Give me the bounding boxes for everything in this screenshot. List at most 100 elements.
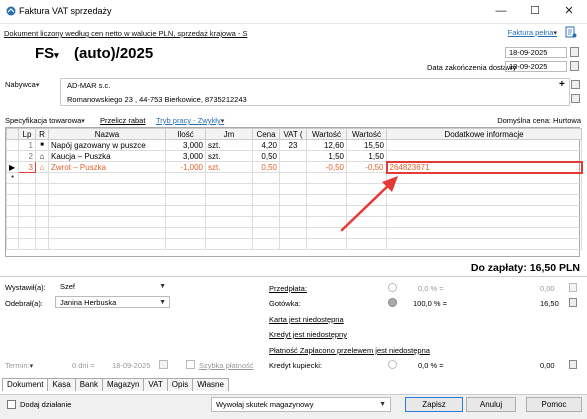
cell-unit[interactable]: szt. bbox=[205, 150, 253, 162]
tab-custom[interactable]: Własne bbox=[192, 378, 229, 391]
transfer-unavailable[interactable]: Płatność Zapłacono przelewem jest niedos… bbox=[269, 346, 430, 355]
buyer-details-icon[interactable] bbox=[571, 94, 580, 103]
card-unavailable[interactable]: Karta jest niedostępna bbox=[269, 315, 344, 324]
tab-description[interactable]: Opis bbox=[166, 378, 194, 391]
cell-qty[interactable]: -1,000 bbox=[165, 161, 206, 173]
cell-net[interactable]: 1,50 bbox=[306, 150, 347, 162]
cell-info[interactable] bbox=[386, 139, 582, 151]
buyer-list-icon[interactable] bbox=[571, 80, 580, 89]
column-header[interactable]: Cena bbox=[252, 128, 280, 140]
issue-date-field[interactable]: 18-09-2025 bbox=[505, 47, 567, 58]
row-selector[interactable] bbox=[6, 139, 19, 151]
tab-document[interactable]: Dokument bbox=[2, 378, 49, 391]
current-row-selector[interactable]: ▶ bbox=[6, 161, 19, 173]
chevron-down-icon: ▼ bbox=[159, 283, 166, 290]
column-header[interactable]: Dodatkowe informacje bbox=[386, 128, 582, 140]
issued-by-value: Szef bbox=[60, 282, 76, 291]
cell-price[interactable]: 4,20 bbox=[252, 139, 280, 151]
cell-name[interactable]: Zwrot – Puszka bbox=[48, 161, 166, 173]
buyer-credit-radio[interactable] bbox=[388, 360, 397, 369]
cell-net[interactable]: 12,60 bbox=[306, 139, 347, 151]
tab-bank[interactable]: Bank bbox=[74, 378, 103, 391]
delivery-date-field[interactable]: 18-09-2025 bbox=[505, 61, 567, 72]
warehouse-effect-select[interactable]: Wywołaj skutek magazynowy ▼ bbox=[211, 397, 391, 412]
add-buyer-icon[interactable]: + bbox=[559, 79, 565, 90]
issued-by-select[interactable]: Szef ▼ bbox=[55, 280, 170, 292]
faktura-type-dropdown[interactable]: Faktura pełna▾ bbox=[508, 28, 557, 37]
cell-name[interactable]: Napój gazowany w puszce bbox=[48, 139, 166, 151]
tab-vat[interactable]: VAT bbox=[143, 378, 168, 391]
delivery-date-label: Data zakończenia dostawy bbox=[427, 63, 517, 72]
cash-radio[interactable] bbox=[388, 298, 397, 307]
pricing-info-link[interactable]: Dokument liczony według cen netto w walu… bbox=[4, 29, 247, 38]
help-button[interactable]: Pomoc bbox=[526, 397, 582, 412]
term-date[interactable]: 18-09-2025 bbox=[112, 361, 150, 370]
column-header[interactable]: Lp bbox=[18, 128, 36, 140]
tab-warehouse[interactable]: Magazyn bbox=[101, 378, 145, 391]
fast-payment-checkbox[interactable] bbox=[186, 360, 195, 369]
cell-price[interactable]: 0,50 bbox=[252, 161, 280, 173]
add-action-checkbox[interactable] bbox=[7, 400, 16, 409]
buyer-dropdown[interactable]: Nabywca▾ bbox=[5, 80, 39, 89]
credit-unavailable[interactable]: Kredyt jest niedostępny bbox=[269, 330, 347, 339]
row-selector[interactable] bbox=[6, 150, 19, 162]
column-header[interactable]: Wartość bbox=[306, 128, 347, 140]
calculator-icon[interactable] bbox=[569, 298, 577, 307]
received-by-label: Odebrał(a): bbox=[5, 299, 43, 308]
term-days[interactable]: 0 dni = bbox=[72, 361, 95, 370]
cell-qty[interactable]: 3,000 bbox=[165, 139, 206, 151]
cell-info-highlighted[interactable]: 264823671 bbox=[385, 160, 583, 174]
calendar-icon[interactable] bbox=[570, 47, 579, 57]
cell-vat[interactable] bbox=[279, 150, 307, 162]
received-by-select[interactable]: Janina Herbuska ▼ bbox=[55, 296, 170, 308]
close-button[interactable]: ✕ bbox=[561, 4, 577, 18]
table-row[interactable]: 2 ⌂ Kaucja – Puszka 3,000 szt. 0,50 1,50… bbox=[6, 150, 582, 162]
buyer-address: Romanowskiego 23 , 44-753 Bierkowice, 87… bbox=[67, 95, 247, 104]
prepayment-label[interactable]: Przedpłata: bbox=[269, 284, 307, 293]
cell-price[interactable]: 0,50 bbox=[252, 150, 280, 162]
calendar-icon[interactable] bbox=[570, 61, 579, 71]
document-settings-icon[interactable] bbox=[565, 26, 577, 38]
column-header[interactable]: VAT ( bbox=[279, 128, 307, 140]
fast-payment-label[interactable]: Szybka płatność bbox=[199, 361, 254, 370]
maximize-button[interactable]: ☐ bbox=[527, 4, 543, 18]
cell-vat[interactable] bbox=[279, 161, 307, 173]
prepayment-radio[interactable] bbox=[388, 283, 397, 292]
row-selector-header bbox=[6, 128, 19, 140]
empty-row bbox=[6, 216, 582, 228]
add-action-label[interactable]: Dodaj działanie bbox=[20, 400, 71, 409]
tab-cash[interactable]: Kasa bbox=[47, 378, 76, 391]
cell-name[interactable]: Kaucja – Puszka bbox=[48, 150, 166, 162]
save-button[interactable]: Zapisz bbox=[405, 397, 463, 412]
cell-vat[interactable]: 23 bbox=[279, 139, 307, 151]
table-row[interactable]: 1 ■ Napój gazowany w puszce 3,000 szt. 4… bbox=[6, 139, 582, 151]
column-header[interactable]: Ilość bbox=[165, 128, 206, 140]
doc-type-dropdown[interactable]: FS▾ bbox=[35, 45, 59, 62]
cancel-button[interactable]: Anuluj bbox=[466, 397, 516, 412]
minimize-button[interactable]: — bbox=[493, 4, 509, 18]
empty-row bbox=[6, 194, 582, 206]
cell-unit[interactable]: szt. bbox=[205, 161, 253, 173]
cell-gross[interactable]: 15,50 bbox=[346, 139, 387, 151]
cell-gross[interactable]: 1,50 bbox=[346, 150, 387, 162]
column-header[interactable]: Nazwa bbox=[48, 128, 166, 140]
column-header[interactable]: Wartość bbox=[346, 128, 387, 140]
specification-dropdown[interactable]: Specyfikacja towarowa▾ bbox=[5, 116, 85, 125]
cell-qty[interactable]: 3,000 bbox=[165, 150, 206, 162]
buyer-box[interactable]: AD-MAR s.c. Romanowskiego 23 , 44-753 Bi… bbox=[60, 78, 570, 106]
calculator-icon[interactable] bbox=[569, 360, 577, 369]
buyer-credit-label: Kredyt kupiecki: bbox=[269, 361, 322, 370]
table-header-row: Lp R Nazwa Ilość Jm Cena VAT ( Wartość W… bbox=[6, 128, 582, 140]
window-title: Faktura VAT sprzedaży bbox=[19, 6, 112, 16]
column-header[interactable]: Jm bbox=[205, 128, 253, 140]
column-header[interactable]: R bbox=[35, 128, 49, 140]
new-row[interactable]: * bbox=[6, 172, 582, 184]
cell-unit[interactable]: szt. bbox=[205, 139, 253, 151]
recalc-discount-link[interactable]: Przelicz rabat bbox=[100, 116, 145, 125]
term-dropdown[interactable]: Termin:▾ bbox=[5, 361, 33, 370]
calendar-icon[interactable] bbox=[159, 360, 168, 369]
work-mode-dropdown[interactable]: Tryb pracy - Zwykły▾ bbox=[156, 116, 224, 125]
table-row[interactable]: ▶ 3 ⌂ Zwrot – Puszka -1,000 szt. 0,50 -0… bbox=[6, 160, 583, 174]
cell-info[interactable] bbox=[386, 150, 582, 162]
calculator-icon[interactable] bbox=[569, 283, 577, 292]
